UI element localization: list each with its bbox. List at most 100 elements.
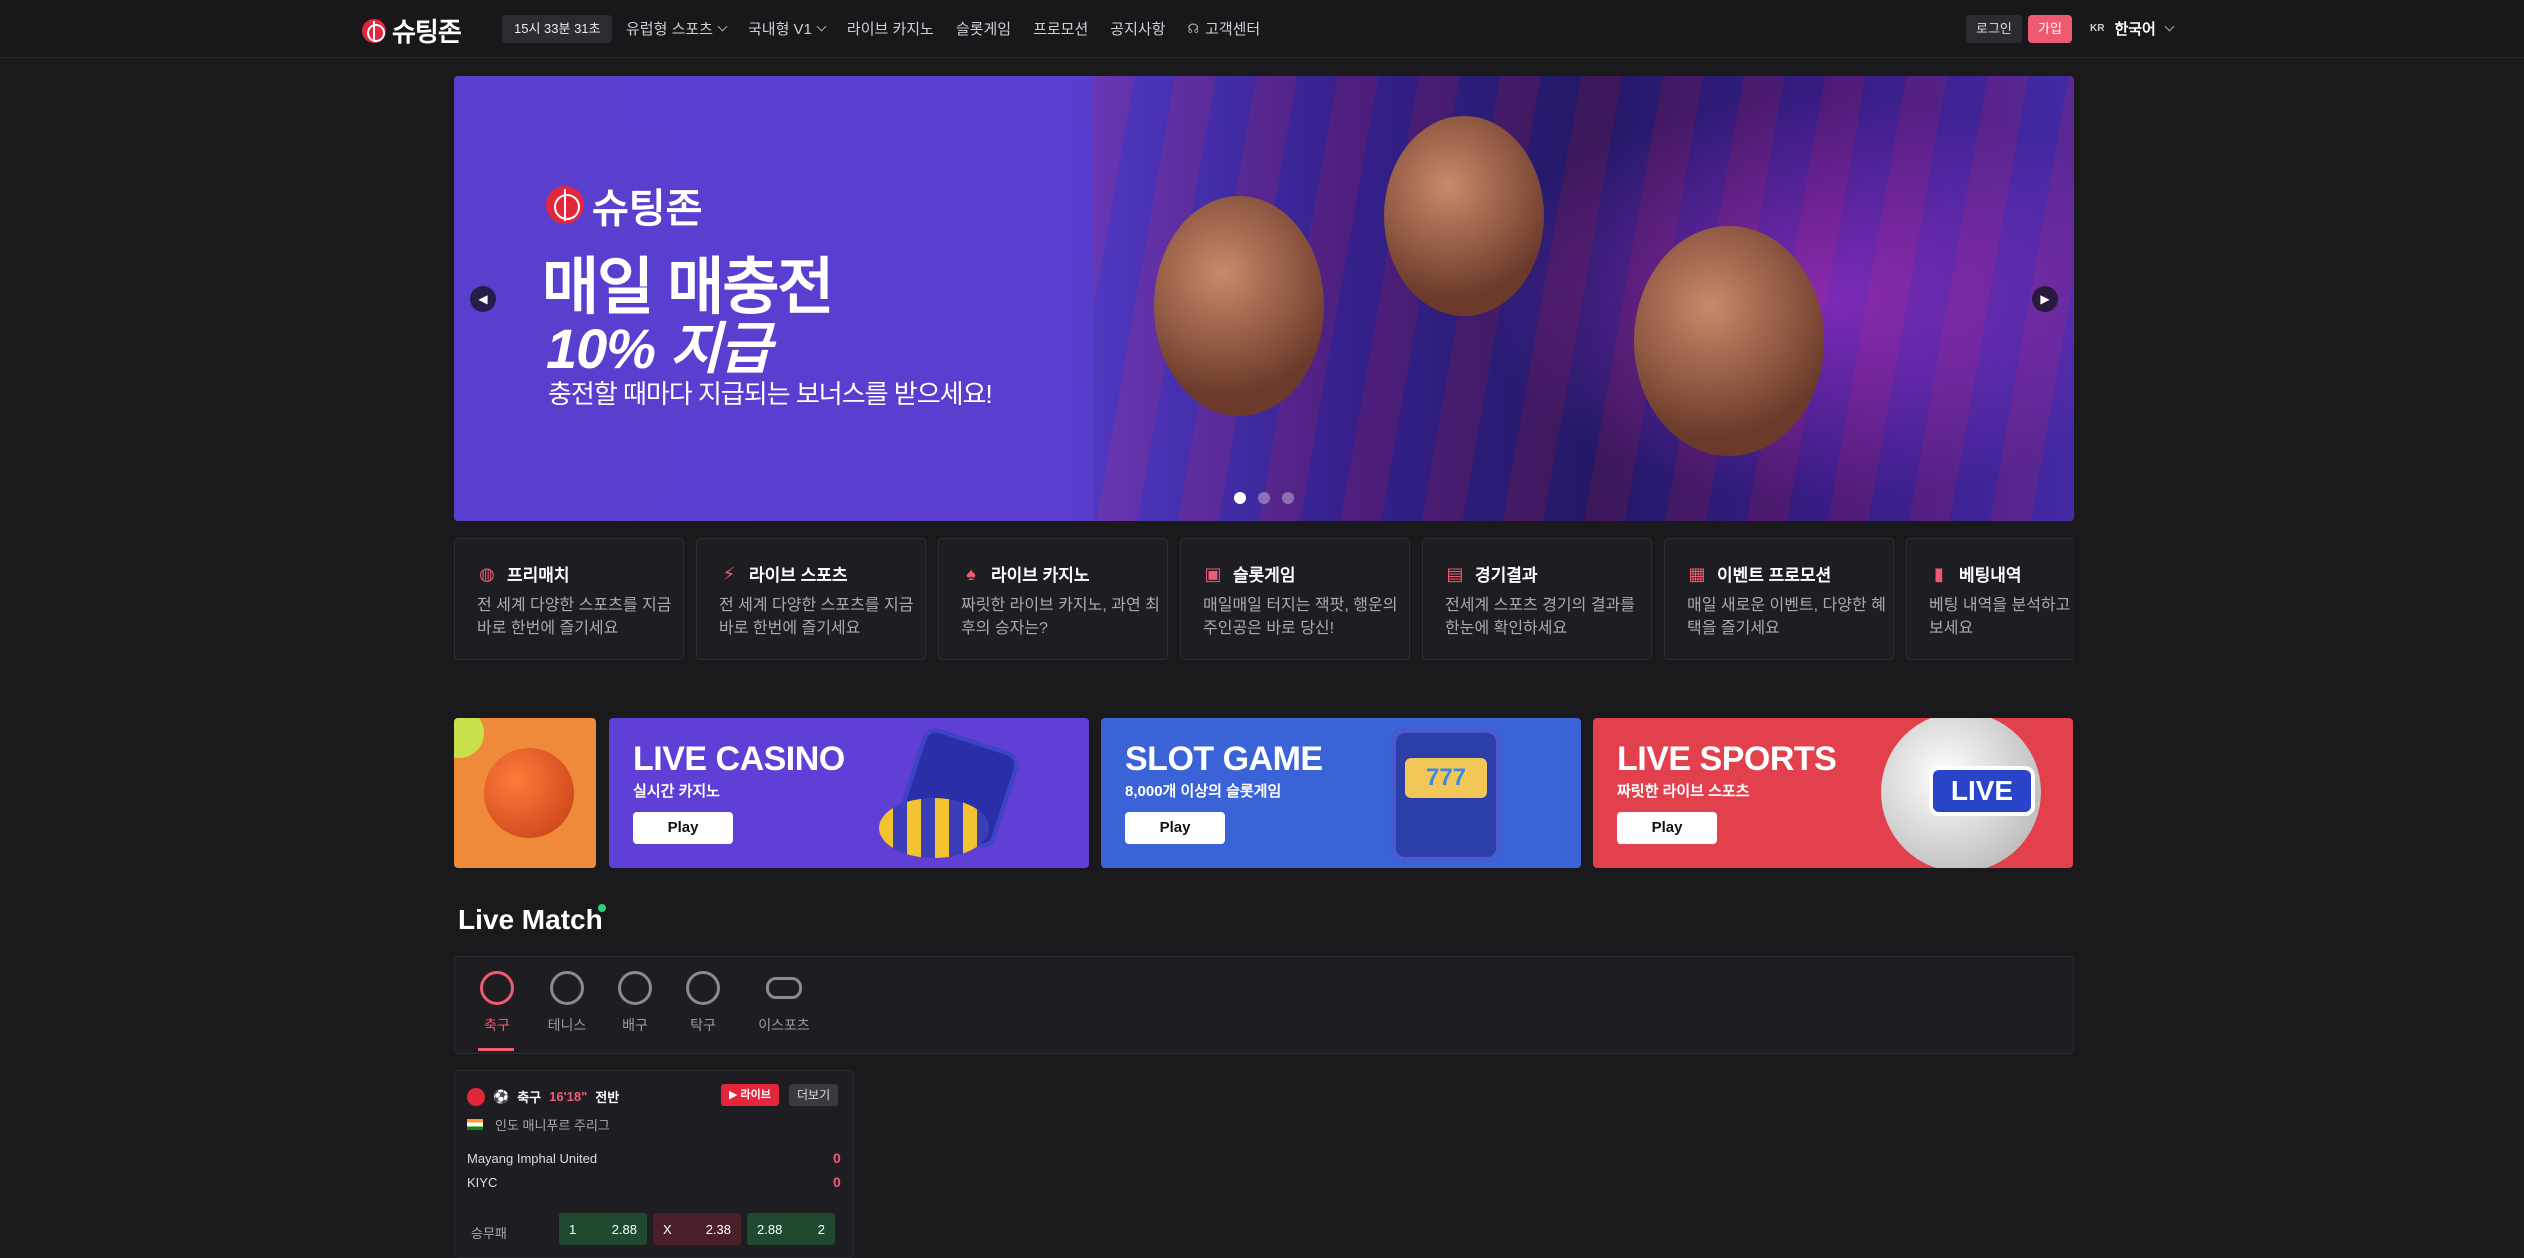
carousel-dot[interactable] [1258, 492, 1270, 504]
join-button[interactable]: 가입 [2028, 15, 2072, 43]
match-sport: 축구 [517, 1090, 542, 1105]
nav-item-support[interactable]: ☊ 고객센터 [1187, 18, 1260, 39]
next-arrow-icon[interactable]: ▶ [2032, 286, 2058, 312]
login-button[interactable]: 로그인 [1966, 15, 2022, 43]
promo-title: LIVE CASINO [633, 740, 845, 778]
quick-link-desc: 전 세계 다양한 스포츠를 지금 바로 한번에 즐기세요 [477, 597, 672, 637]
quick-link-desc: 전세계 스포츠 경기의 결과를 한눈에 확인하세요 [1445, 597, 1635, 637]
quick-link-title: 이벤트 프로모션 [1717, 566, 1832, 585]
nav-item-slot[interactable]: 슬롯게임 [956, 18, 1011, 39]
promo-slot-game[interactable]: SLOT GAME 8,000개 이상의 슬롯게임 Play 777 [1101, 718, 1581, 868]
more-button[interactable]: 더보기 [789, 1084, 839, 1106]
sport-tabs: 축구 테니스 배구 탁구 이스포츠 [454, 956, 2074, 1054]
odd-label: 1 [569, 1221, 577, 1237]
promo-live-sports[interactable]: LIVE SPORTS 짜릿한 라이브 스포츠 Play LIVE [1593, 718, 2073, 868]
quick-link-desc: 베팅 내역을 분석하고 을 높혀보세요 [1929, 597, 2074, 637]
nav-item-live-casino[interactable]: 라이브 카지노 [847, 18, 934, 39]
top-bar: 슈팅존 15시 33분 31초 유럽형 스포츠 국내형 V1 라이브 카지노 슬… [0, 0, 2524, 58]
lang-label: 한국어 [2114, 21, 2156, 38]
table-tennis-icon [686, 971, 720, 1005]
tab-label: 축구 [484, 1017, 510, 1033]
tab-label: 이스포츠 [758, 1017, 810, 1033]
odd-home[interactable]: 1 2.88 [559, 1213, 647, 1245]
quick-link-event[interactable]: ▦ 이벤트 프로모션 매일 새로운 이벤트, 다양한 혜택을 즐기세요 [1664, 538, 1894, 660]
player-image [1154, 196, 1324, 416]
tab-tennis[interactable]: 테니스 [537, 971, 597, 1035]
prev-arrow-icon[interactable]: ◀ [470, 286, 496, 312]
slot-machine-icon: ▣ [1204, 563, 1222, 584]
tab-label: 테니스 [547, 1017, 587, 1033]
quick-link-desc: 매일 새로운 이벤트, 다양한 혜택을 즐기세요 [1687, 597, 1886, 637]
sports-balls-icon [484, 748, 574, 838]
quick-link-live-sports[interactable]: ⚡ 라이브 스포츠 전 세계 다양한 스포츠를 지금 바로 한번에 즐기세요 [696, 538, 926, 660]
nav-label: 유럽형 스포츠 [626, 21, 713, 38]
volleyball-icon [618, 971, 652, 1005]
odd-value: 2.88 [611, 1221, 637, 1237]
promo-title: LIVE SPORTS [1617, 740, 1837, 778]
carousel-dot[interactable] [1234, 492, 1246, 504]
hero-title-2: 10% 지급 [546, 317, 772, 380]
hero-banner[interactable]: 슈팅존 매일 매충전 10% 지급 충전할 때마다 지급되는 보너스를 받으세요… [454, 76, 2074, 521]
slot-machine-icon: 777 [1391, 728, 1501, 862]
quick-link-title: 슬롯게임 [1233, 566, 1296, 585]
away-team: KIYC [467, 1175, 498, 1190]
player-image [1634, 226, 1824, 456]
promo-live-casino[interactable]: LIVE CASINO 실시간 카지노 Play [609, 718, 1089, 868]
odd-label: 2 [817, 1221, 825, 1237]
play-button[interactable]: Play [633, 812, 733, 844]
headset-icon: ☊ [1187, 20, 1200, 36]
play-button[interactable]: Play [1125, 812, 1225, 844]
soccer-icon: ⚽ [493, 1088, 510, 1104]
quick-link-desc: 매일매일 터지는 잭팟, 행운의 주인공은 바로 당신! [1203, 597, 1398, 637]
site-logo[interactable]: 슈팅존 [362, 12, 462, 49]
logo-text: 슈팅존 [392, 17, 462, 47]
promo-subtitle: 실시간 카지노 [633, 783, 720, 800]
quick-link-title: 라이브 스포츠 [749, 566, 848, 585]
promo-sports-partial[interactable] [454, 718, 596, 868]
hero-logo-text: 슈팅존 [592, 187, 703, 231]
main-nav: 유럽형 스포츠 국내형 V1 라이브 카지노 슬롯게임 프로모션 공지사항 ☊ 고… [626, 18, 1260, 39]
quick-link-desc: 짜릿한 라이브 카지노, 과연 최후의 승자는? [961, 597, 1160, 637]
odd-draw[interactable]: X 2.38 [653, 1213, 741, 1245]
spade-icon: ♠ [966, 563, 976, 584]
quick-links: ◍ 프리매치 전 세계 다양한 스포츠를 지금 바로 한번에 즐기세요 ⚡ 라이브 … [454, 538, 2074, 660]
quick-link-prematch[interactable]: ◍ 프리매치 전 세계 다양한 스포츠를 지금 바로 한번에 즐기세요 [454, 538, 684, 660]
league-badge-icon [467, 1087, 485, 1106]
slot-reels: 777 [1405, 758, 1487, 798]
live-match-title: Live Match [458, 904, 603, 935]
tab-table-tennis[interactable]: 탁구 [673, 971, 733, 1035]
quick-link-slot[interactable]: ▣ 슬롯게임 매일매일 터지는 잭팟, 행운의 주인공은 바로 당신! [1180, 538, 1410, 660]
home-team: Mayang Imphal United [467, 1151, 598, 1166]
tab-esports[interactable]: 이스포츠 [749, 971, 819, 1035]
receipt-icon: ▮ [1934, 563, 1944, 584]
crosshair-logo-icon [362, 18, 386, 43]
live-button[interactable]: ▶ 라이브 [721, 1084, 779, 1106]
carousel-dot[interactable] [1282, 492, 1294, 504]
india-flag-icon [467, 1119, 483, 1130]
nav-item-domestic[interactable]: 국내형 V1 [748, 18, 827, 39]
language-selector[interactable]: KR 한국어 [2090, 18, 2175, 39]
nav-item-euro-sports[interactable]: 유럽형 스포츠 [626, 18, 728, 39]
odd-label: X [663, 1221, 672, 1237]
hero-logo: 슈팅존 [546, 176, 702, 234]
soccer-ball-live-icon: LIVE [1881, 718, 2041, 868]
quick-link-title: 베팅내역 [1959, 566, 2022, 585]
tab-volleyball[interactable]: 배구 [605, 971, 665, 1035]
play-button[interactable]: Play [1617, 812, 1717, 844]
away-score: 0 [833, 1174, 841, 1190]
quick-link-results[interactable]: ▤ 경기결과 전세계 스포츠 경기의 결과를 한눈에 확인하세요 [1422, 538, 1652, 660]
quick-link-live-casino[interactable]: ♠ 라이브 카지노 짜릿한 라이브 카지노, 과연 최후의 승자는? [938, 538, 1168, 660]
odd-away[interactable]: 2.88 2 [747, 1213, 835, 1245]
quick-link-bet-history[interactable]: ▮ 베팅내역 베팅 내역을 분석하고 을 높혀보세요 [1906, 538, 2074, 660]
tab-soccer[interactable]: 축구 [467, 971, 527, 1035]
promo-subtitle: 8,000개 이상의 슬롯게임 [1125, 783, 1282, 800]
tennis-icon [550, 971, 584, 1005]
basketball-icon: ◍ [479, 563, 495, 584]
gift-icon: ▦ [1688, 563, 1706, 584]
soccer-icon [480, 971, 514, 1005]
casino-chip-icon [879, 798, 989, 858]
nav-item-notice[interactable]: 공지사항 [1110, 18, 1165, 39]
match-period: 전반 [595, 1090, 620, 1105]
lang-code: KR [2090, 23, 2105, 34]
nav-item-promotion[interactable]: 프로모션 [1033, 18, 1088, 39]
